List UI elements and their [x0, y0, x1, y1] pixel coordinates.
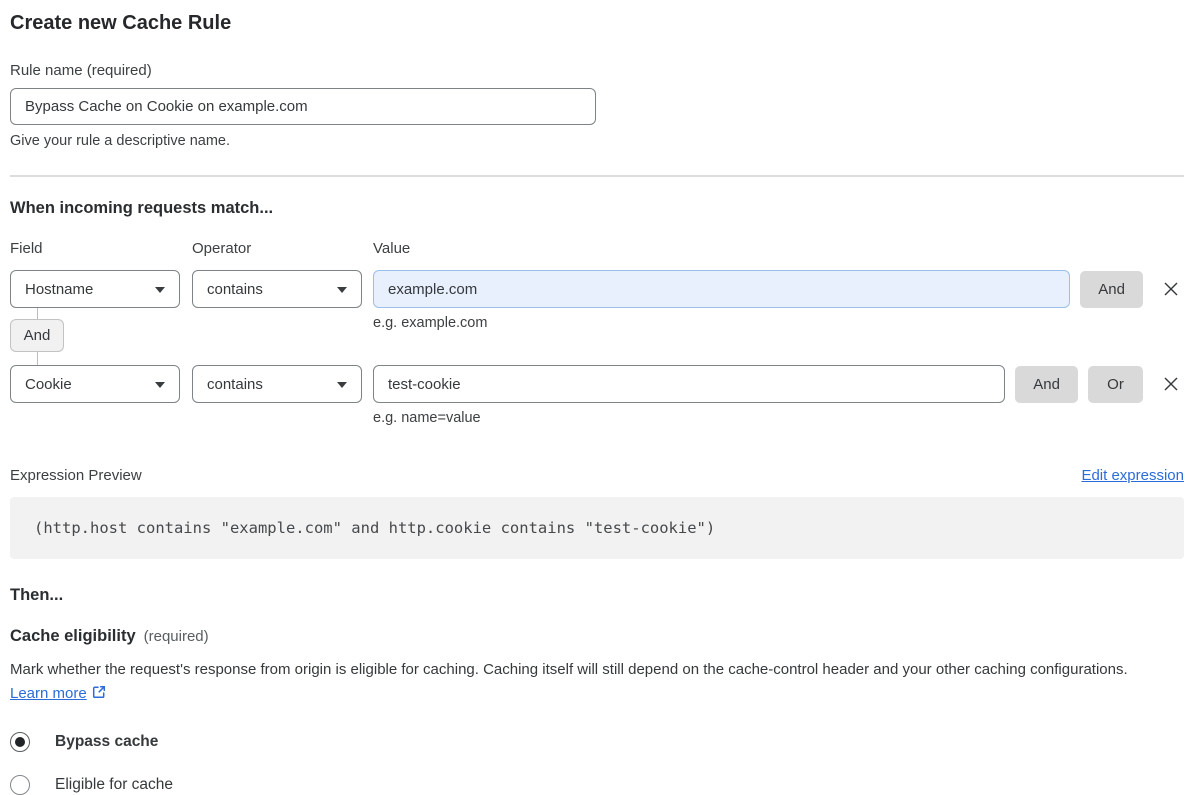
bypass-cache-label: Bypass cache	[55, 733, 159, 750]
row1-value-input[interactable]	[373, 270, 1071, 308]
condition-row-2: Cookie contains And Or	[10, 365, 1184, 403]
rule-name-helper: Give your rule a descriptive name.	[10, 133, 231, 149]
cache-eligibility-description: Mark whether the request's response from…	[10, 658, 1162, 706]
row2-field-select-value: Cookie	[25, 375, 72, 393]
row1-operator-select[interactable]: contains	[192, 270, 362, 308]
condition-row-1: Hostname contains And	[10, 270, 1184, 308]
row1-remove-button[interactable]	[1158, 276, 1184, 302]
row2-or-button[interactable]: Or	[1088, 365, 1143, 403]
close-icon	[1164, 377, 1178, 391]
radio-dot	[15, 737, 25, 747]
radio-unselected-icon	[10, 775, 30, 795]
expression-preview-header: Expression Preview Edit expression	[10, 467, 1184, 484]
and-connector-button[interactable]: And	[10, 319, 64, 352]
connector-line	[37, 308, 38, 319]
cache-eligibility-heading: Cache eligibility	[10, 627, 136, 645]
condition-column-headers: Field Operator Value	[10, 240, 1184, 257]
rule-name-label: Rule name (required)	[10, 62, 152, 79]
radio-selected-icon	[10, 732, 30, 752]
connector-line	[37, 352, 38, 365]
condition-connector-area: And e.g. example.com	[10, 308, 1184, 365]
row2-field-select[interactable]: Cookie	[10, 365, 180, 403]
edit-expression-link[interactable]: Edit expression	[1081, 467, 1184, 484]
expression-preview-label: Expression Preview	[10, 467, 142, 484]
value-column-label: Value	[373, 240, 411, 257]
radio-option-bypass-cache[interactable]: Bypass cache	[10, 732, 1184, 752]
expression-preview-block: (http.host contains "example.com" and ht…	[10, 497, 1184, 559]
row1-and-button[interactable]: And	[1080, 270, 1143, 308]
close-icon	[1164, 282, 1178, 296]
create-cache-rule-page: Create new Cache Rule Rule name (require…	[0, 0, 1200, 795]
operator-column-label: Operator	[192, 240, 252, 257]
condition-connector: And	[10, 308, 64, 365]
rule-name-input[interactable]	[10, 88, 596, 125]
expression-code: (http.host contains "example.com" and ht…	[34, 519, 716, 537]
row1-field-select-value: Hostname	[25, 280, 94, 298]
learn-more-link[interactable]: Learn more	[10, 685, 87, 702]
section-divider	[10, 175, 1184, 177]
row1-value-hint: e.g. example.com	[373, 315, 488, 331]
radio-option-eligible-for-cache[interactable]: Eligible for cache	[10, 775, 1184, 795]
row2-remove-button[interactable]	[1158, 371, 1184, 397]
then-heading: Then...	[10, 586, 64, 604]
row2-and-button[interactable]: And	[1015, 365, 1078, 403]
page-title: Create new Cache Rule	[10, 12, 232, 34]
required-note: (required)	[143, 628, 209, 645]
row1-operator-select-value: contains	[207, 280, 263, 298]
chevron-down-icon	[337, 382, 347, 388]
match-heading: When incoming requests match...	[10, 199, 274, 217]
chevron-down-icon	[155, 287, 165, 293]
row2-operator-select[interactable]: contains	[192, 365, 362, 403]
chevron-down-icon	[337, 287, 347, 293]
row2-operator-select-value: contains	[207, 375, 263, 393]
cache-eligibility-header: Cache eligibility (required)	[10, 627, 1184, 646]
row2-value-input[interactable]	[373, 365, 1006, 403]
chevron-down-icon	[155, 382, 165, 388]
eligible-for-cache-label: Eligible for cache	[55, 776, 174, 793]
field-column-label: Field	[10, 240, 43, 257]
description-text: Mark whether the request's response from…	[10, 661, 1128, 678]
external-link-icon	[92, 685, 105, 699]
row1-field-select[interactable]: Hostname	[10, 270, 180, 308]
row2-value-hint: e.g. name=value	[373, 410, 481, 426]
